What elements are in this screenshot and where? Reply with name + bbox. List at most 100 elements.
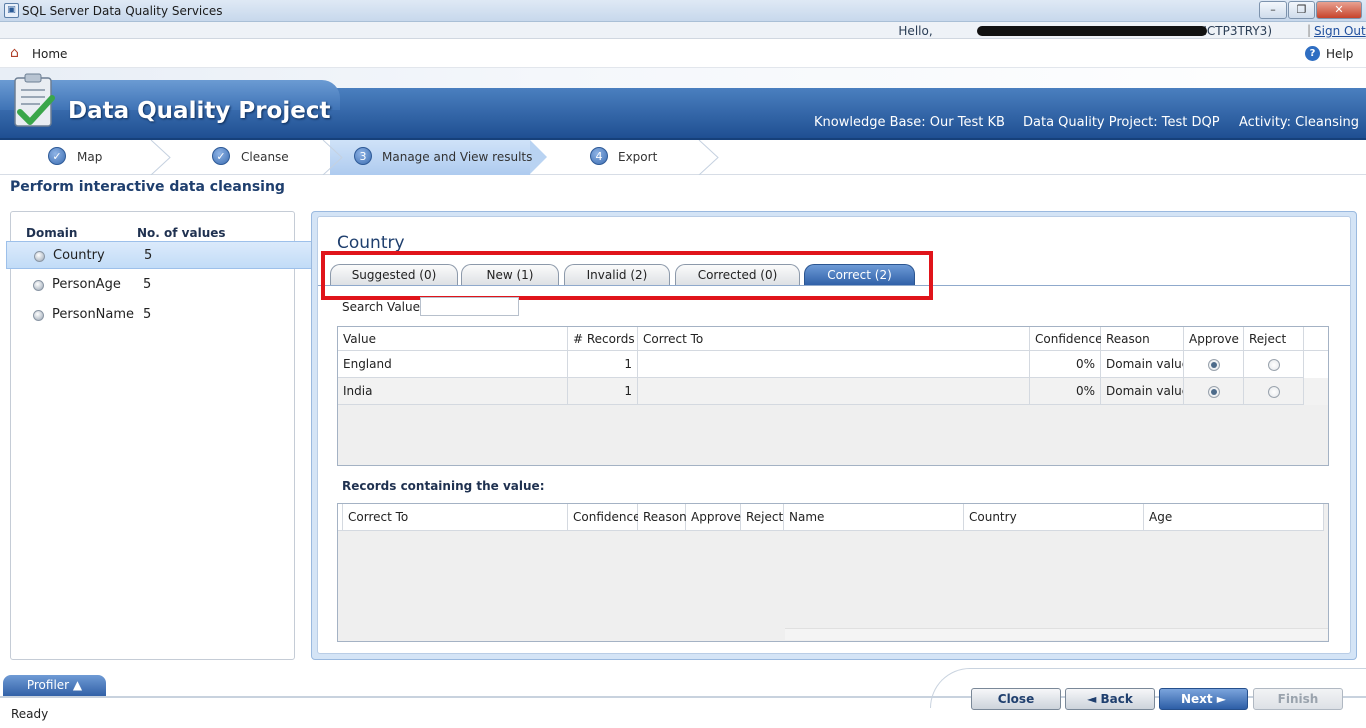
col-header-reject[interactable]: Reject bbox=[1244, 327, 1304, 351]
records-title: Records containing the value: bbox=[342, 479, 545, 493]
next-label: Next bbox=[1180, 692, 1213, 706]
step-separator bbox=[150, 140, 171, 175]
step-number-icon: 4 bbox=[590, 147, 608, 165]
minimize-button[interactable]: – bbox=[1259, 1, 1287, 19]
step-manage-results[interactable]: 3 Manage and View results bbox=[354, 140, 534, 175]
clipboard-icon bbox=[14, 73, 55, 127]
help-icon[interactable]: ? bbox=[1305, 46, 1320, 61]
step-number-icon: 3 bbox=[354, 147, 372, 165]
row-header-corner bbox=[338, 504, 343, 531]
next-button[interactable]: Next ► bbox=[1159, 688, 1248, 710]
step-separator bbox=[322, 140, 343, 175]
col-header-correct-to[interactable]: Correct To bbox=[343, 504, 568, 531]
col-header-approve[interactable]: Approve bbox=[686, 504, 741, 531]
window-title: SQL Server Data Quality Services bbox=[22, 4, 223, 18]
col-header-value[interactable]: Value bbox=[338, 327, 568, 351]
domain-status-icon bbox=[33, 310, 44, 321]
domain-count: 5 bbox=[143, 277, 152, 292]
table-row[interactable]: England 1 0% Domain value bbox=[338, 351, 1328, 378]
cell-correct-to[interactable] bbox=[638, 351, 1030, 378]
domain-status-icon bbox=[34, 251, 45, 262]
col-header-confidence[interactable]: Confidence bbox=[1030, 327, 1102, 351]
approve-radio[interactable] bbox=[1208, 386, 1220, 398]
reject-radio[interactable] bbox=[1268, 359, 1280, 371]
home-bar bbox=[0, 40, 1366, 68]
domain-column-header: Domain bbox=[26, 226, 78, 240]
step-cleanse[interactable]: ✓ Cleanse bbox=[212, 140, 322, 175]
cell-correct-to[interactable] bbox=[638, 378, 1030, 405]
col-header-reason[interactable]: Reason bbox=[638, 504, 687, 531]
table-row[interactable]: India 1 0% Domain value bbox=[338, 378, 1328, 405]
close-button[interactable]: Close bbox=[971, 688, 1061, 710]
domain-row-personname[interactable]: PersonName 5 bbox=[6, 301, 312, 329]
domain-row-personage[interactable]: PersonAge 5 bbox=[6, 271, 312, 299]
approve-radio[interactable] bbox=[1208, 359, 1220, 371]
cell-reason: Domain value bbox=[1101, 351, 1184, 378]
home-link[interactable]: Home bbox=[32, 47, 67, 61]
banner-title: Data Quality Project bbox=[68, 98, 331, 124]
col-header-reject[interactable]: Reject bbox=[741, 504, 784, 531]
step-label: Export bbox=[618, 150, 658, 164]
step-map[interactable]: ✓ Map bbox=[48, 140, 148, 175]
search-label: Search Value: bbox=[342, 300, 425, 314]
separator: | bbox=[1307, 23, 1312, 37]
knowledge-base-info: Knowledge Base: Our Test KB bbox=[814, 115, 1005, 130]
home-icon[interactable]: ⌂ bbox=[10, 46, 26, 60]
app-icon: ▣ bbox=[4, 3, 19, 18]
finish-button[interactable]: Finish bbox=[1253, 688, 1343, 710]
records-grid: Correct To Confidence Reason Approve Rej… bbox=[337, 503, 1329, 642]
cell-confidence: 0% bbox=[1030, 378, 1101, 405]
sign-out-link[interactable]: Sign Out bbox=[1314, 24, 1366, 38]
col-header-records[interactable]: # Records bbox=[568, 327, 638, 351]
count-column-header: No. of values bbox=[137, 226, 226, 240]
cell-approve bbox=[1184, 351, 1244, 378]
reject-radio[interactable] bbox=[1268, 386, 1280, 398]
profiler-label: Profiler bbox=[26, 678, 70, 692]
back-arrow-icon: ◄ bbox=[1087, 692, 1101, 706]
col-header-age[interactable]: Age bbox=[1144, 504, 1324, 531]
search-value-input[interactable] bbox=[420, 297, 519, 316]
domain-count: 5 bbox=[144, 248, 153, 263]
help-link[interactable]: Help bbox=[1326, 47, 1353, 61]
col-header-filler bbox=[1304, 327, 1328, 351]
step-label: Cleanse bbox=[241, 150, 289, 164]
profiler-tab[interactable]: Profiler ▲ bbox=[3, 675, 106, 697]
chevron-up-icon: ▲ bbox=[72, 678, 83, 692]
step-label: Map bbox=[77, 150, 103, 164]
domain-name: PersonName bbox=[52, 307, 135, 322]
status-text: Ready bbox=[11, 707, 49, 721]
domain-row-country[interactable]: Country 5 bbox=[6, 241, 312, 269]
cell-value: India bbox=[338, 378, 568, 405]
back-label: Back bbox=[1100, 692, 1133, 706]
cell-confidence: 0% bbox=[1030, 351, 1101, 378]
highlight-box bbox=[321, 251, 933, 300]
hello-label: Hello, bbox=[898, 24, 933, 38]
domain-name: Country bbox=[53, 248, 105, 263]
activity-info: Activity: Cleansing bbox=[1239, 115, 1359, 130]
col-header-confidence[interactable]: Confidence bbox=[568, 504, 640, 531]
domain-count: 5 bbox=[143, 307, 152, 322]
maximize-button[interactable]: ❐ bbox=[1288, 1, 1315, 19]
col-header-reason[interactable]: Reason bbox=[1101, 327, 1184, 351]
cell-value: England bbox=[338, 351, 568, 378]
section-title: Country bbox=[337, 233, 405, 253]
col-header-name[interactable]: Name bbox=[784, 504, 964, 531]
col-header-approve[interactable]: Approve bbox=[1184, 327, 1244, 351]
col-header-correct-to[interactable]: Correct To bbox=[638, 327, 1030, 351]
redacted-username bbox=[977, 26, 1207, 36]
cell-approve bbox=[1184, 378, 1244, 405]
cell-reject bbox=[1244, 351, 1304, 378]
col-header-country[interactable]: Country bbox=[964, 504, 1144, 531]
step-export[interactable]: 4 Export bbox=[590, 140, 690, 175]
window-close-button[interactable]: ✕ bbox=[1316, 1, 1362, 19]
next-arrow-icon: ► bbox=[1212, 692, 1227, 706]
cell-reject bbox=[1244, 378, 1304, 405]
values-grid: Value # Records Correct To Confidence Re… bbox=[337, 326, 1329, 466]
cell-reason: Domain value bbox=[1101, 378, 1184, 405]
step-separator bbox=[698, 140, 719, 175]
page-title: Perform interactive data cleansing bbox=[10, 179, 285, 195]
horizontal-scrollbar[interactable] bbox=[785, 628, 1328, 640]
cell-records: 1 bbox=[568, 378, 638, 405]
back-button[interactable]: ◄ Back bbox=[1065, 688, 1155, 710]
project-info: Data Quality Project: Test DQP bbox=[1023, 115, 1220, 130]
